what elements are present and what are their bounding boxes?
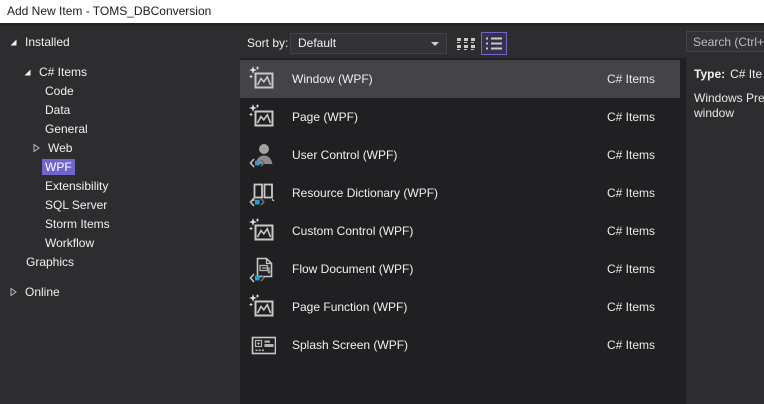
small-icons-view-icon: [457, 37, 475, 51]
tree-item-data[interactable]: Data: [0, 100, 240, 119]
chevron-down-icon: [431, 42, 439, 46]
tree-item-label: Graphics: [23, 254, 77, 270]
tree-item-csharp-items[interactable]: C# Items: [0, 62, 240, 81]
tree-item-label: C# Items: [36, 64, 90, 80]
dialog-title: Add New Item - TOMS_DBConversion: [7, 4, 211, 18]
tree-item-label: Extensibility: [42, 178, 111, 194]
template-name: Splash Screen (WPF): [292, 338, 607, 352]
template-row-flow-document-wpf[interactable]: Flow Document (WPF) C# Items: [240, 250, 680, 288]
template-name: Page (WPF): [292, 110, 607, 124]
template-category: C# Items: [607, 262, 655, 276]
wpf-image-icon: [248, 217, 276, 245]
tree-item-label: Data: [42, 102, 73, 118]
tree-item-installed[interactable]: Installed: [0, 32, 240, 51]
template-row-resource-dictionary-wpf[interactable]: Resource Dictionary (WPF) C# Items: [240, 174, 680, 212]
sort-by-value: Default: [298, 36, 336, 50]
tree-item-label: General: [42, 121, 91, 137]
tree-item-extensibility[interactable]: Extensibility: [0, 176, 240, 195]
list-view-button[interactable]: [481, 32, 507, 55]
wpf-image-icon: [248, 293, 276, 321]
tree-item-label: SQL Server: [42, 197, 110, 213]
tree-item-label: Online: [22, 284, 63, 300]
sort-by-label: Sort by:: [247, 33, 288, 54]
wpf-image-icon: [248, 103, 276, 131]
template-row-page-wpf[interactable]: Page (WPF) C# Items: [240, 98, 680, 136]
template-name: Window (WPF): [292, 72, 607, 86]
template-description-line-1: Windows Pre: [694, 91, 764, 105]
collapsed-chevron-icon[interactable]: [31, 143, 41, 153]
template-category: C# Items: [607, 148, 655, 162]
tree-item-label: Storm Items: [42, 216, 113, 232]
tree-item-online[interactable]: Online: [0, 282, 240, 301]
tree-item-label-selected: WPF: [42, 159, 75, 175]
expanded-arrow-icon[interactable]: [22, 67, 32, 77]
template-row-page-function-wpf[interactable]: Page Function (WPF) C# Items: [240, 288, 680, 326]
type-value: C# Ite: [730, 67, 762, 81]
template-category: C# Items: [607, 300, 655, 314]
dialog-titlebar: Add New Item - TOMS_DBConversion: [0, 0, 764, 23]
template-category: C# Items: [607, 72, 655, 86]
template-row-splash-screen-wpf[interactable]: Splash Screen (WPF) C# Items: [240, 326, 680, 364]
tree-item-web[interactable]: Web: [0, 138, 240, 157]
tree-item-workflow[interactable]: Workflow: [0, 233, 240, 252]
details-panel: Type: C# Ite Windows Pre window: [686, 26, 764, 404]
tree-item-graphics[interactable]: Graphics: [0, 252, 240, 271]
template-description-line-2: window: [694, 106, 734, 120]
template-list: Window (WPF) C# Items Page (WPF) C# Item…: [240, 58, 686, 404]
flow-document-icon: [248, 255, 276, 283]
search-input[interactable]: [686, 31, 764, 52]
template-type-line: Type: C# Ite: [694, 67, 762, 81]
template-name: Page Function (WPF): [292, 300, 607, 314]
template-name: Flow Document (WPF): [292, 262, 607, 276]
template-row-window-wpf[interactable]: Window (WPF) C# Items: [240, 60, 680, 98]
splash-screen-icon: [248, 331, 276, 359]
tree-item-sql-server[interactable]: SQL Server: [0, 195, 240, 214]
tree-item-label: Code: [42, 83, 77, 99]
tree-item-wpf[interactable]: WPF: [0, 157, 240, 176]
template-name: Resource Dictionary (WPF): [292, 186, 607, 200]
tree-item-label: Workflow: [42, 235, 97, 251]
type-label: Type:: [694, 67, 725, 81]
template-row-custom-control-wpf[interactable]: Custom Control (WPF) C# Items: [240, 212, 680, 250]
template-category: C# Items: [607, 186, 655, 200]
expanded-arrow-icon[interactable]: [8, 37, 18, 47]
template-row-user-control-wpf[interactable]: User Control (WPF) C# Items: [240, 136, 680, 174]
sort-by-dropdown[interactable]: Default: [290, 33, 447, 54]
template-category: C# Items: [607, 110, 655, 124]
template-name: User Control (WPF): [292, 148, 607, 162]
tree-item-code[interactable]: Code: [0, 81, 240, 100]
tree-item-general[interactable]: General: [0, 119, 240, 138]
collapsed-chevron-icon[interactable]: [8, 287, 18, 297]
resource-dictionary-icon: [248, 179, 276, 207]
user-control-icon: [248, 141, 276, 169]
tree-item-storm-items[interactable]: Storm Items: [0, 214, 240, 233]
list-view-icon: [486, 37, 502, 50]
template-category: C# Items: [607, 224, 655, 238]
tree-item-label: Web: [45, 140, 75, 156]
small-icons-view-button[interactable]: [454, 33, 478, 54]
wpf-image-icon: [248, 65, 276, 93]
category-tree: Installed C# Items Code Data General Web…: [0, 26, 240, 404]
template-name: Custom Control (WPF): [292, 224, 607, 238]
tree-item-label: Installed: [22, 34, 73, 50]
template-category: C# Items: [607, 338, 655, 352]
